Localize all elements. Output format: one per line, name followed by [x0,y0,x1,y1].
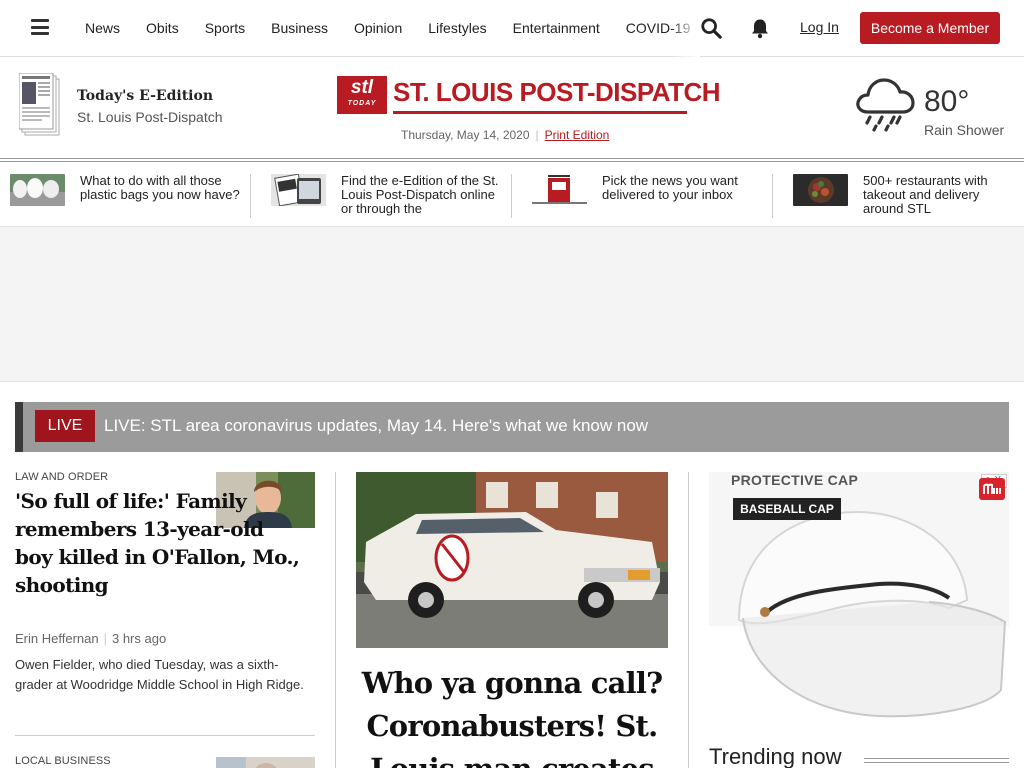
promo-divider [250,174,251,218]
hero-image-car[interactable] [356,472,668,648]
ad-tag: BASEBALL CAP [733,498,841,520]
weather-condition: Rain Shower [924,122,1005,138]
story-kicker[interactable]: LAW AND ORDER [15,471,108,483]
column-divider [688,472,689,768]
masthead: Today's E-Edition St. Louis Post-Dispatc… [0,58,1024,160]
nav-item-sports[interactable]: Sports [205,0,245,57]
story-kicker[interactable]: LOCAL BUSINESS [15,755,111,767]
top-nav: News Obits Sports Business Opinion Lifestyles… [0,0,1024,57]
login-link[interactable]: Log In [800,19,839,35]
promo-divider [511,174,512,218]
story-headline[interactable]: 'So full of life:' Family remembers 13-y… [15,487,305,599]
e-edition-subtitle: St. Louis Post-Dispatch [77,109,223,125]
site-logo[interactable]: stl TODAY ST. LOUIS POST-DISPATCH [337,76,721,116]
nav-item-news[interactable]: News [85,0,120,57]
bell-icon[interactable] [750,18,770,39]
story-divider [15,735,315,736]
live-update-bar[interactable]: LIVE LIVE: STL area coronavirus updates,… [15,402,1009,452]
promo-item[interactable]: Find the e-Edition of the St. Louis Post… [261,168,511,218]
logo-wordmark: ST. LOUIS POST-DISPATCH [393,76,721,114]
nav-item-lifestyles[interactable]: Lifestyles [428,0,486,57]
dateline: Thursday, May 14, 2020 | Print Edition [401,128,610,142]
promo-item[interactable]: What to do with all those plastic bags y… [0,168,250,218]
section-nav: News Obits Sports Business Opinion Lifestyles… [85,0,700,57]
promo-text: What to do with all those plastic bags y… [80,174,240,202]
e-edition-thumbnail[interactable] [19,73,61,137]
promo-item[interactable]: 500+ restaurants with takeout and delive… [783,168,1024,218]
nav-item-entertainment[interactable]: Entertainment [513,0,600,57]
trending-rule [864,758,1009,763]
column-divider [335,472,336,768]
search-icon[interactable] [700,17,722,39]
promo-text: Pick the news you want delivered to your… [602,174,738,202]
nav-item-opinion[interactable]: Opinion [354,0,402,57]
become-member-button[interactable]: Become a Member [860,12,1000,44]
nav-item-business[interactable]: Business [271,0,328,57]
trending-heading: Trending now [709,744,850,768]
nav-item-covid[interactable]: COVID-19 [626,0,691,57]
story-summary: Owen Fielder, who died Tuesday, was a si… [15,657,304,692]
promo-thumbnail-bags [10,174,65,206]
promo-item[interactable]: Pick the news you want delivered to your… [522,168,772,218]
promo-thumbnail-eedition [271,174,326,206]
promo-text: 500+ restaurants with takeout and delive… [863,174,988,216]
promo-strip: What to do with all those plastic bags y… [0,168,1024,224]
advertiser-logo-icon [979,478,1005,500]
promo-thumbnail-restaurants [793,174,848,206]
masthead-divider [0,158,1024,162]
nav-item-obits[interactable]: Obits [146,0,179,57]
live-headline[interactable]: LIVE: STL area coronavirus updates, May … [104,416,648,436]
menu-icon[interactable] [31,19,49,35]
live-badge: LIVE [35,410,95,442]
author-link[interactable]: Erin Heffernan [15,631,99,646]
story-time: 3 hrs ago [111,631,167,646]
weather-temperature[interactable]: 80° [924,85,969,119]
display-ad[interactable]: PROTECTIVE CAP BASEBALL CAP ▷X [709,472,1009,722]
ad-title: PROTECTIVE CAP [731,472,859,488]
stl-today-logo-icon: stl TODAY [337,76,387,114]
e-edition-title[interactable]: Today's E-Edition [77,88,213,104]
promo-divider [772,174,773,218]
print-edition-link[interactable]: Print Edition [545,128,610,142]
promo-thumbnail-newsletter [532,174,587,206]
story-byline: Erin Heffernan | 3 hrs ago [15,631,167,646]
banner-ad-slot [0,226,1024,382]
featured-headline[interactable]: Who ya gonna call? Coronabusters! St. Lo… [356,662,668,768]
story-thumbnail-business[interactable] [216,757,315,768]
rain-cloud-icon [856,78,915,132]
promo-text: Find the e-Edition of the St. Louis Post… [341,174,499,216]
current-date: Thursday, May 14, 2020 [401,128,530,142]
